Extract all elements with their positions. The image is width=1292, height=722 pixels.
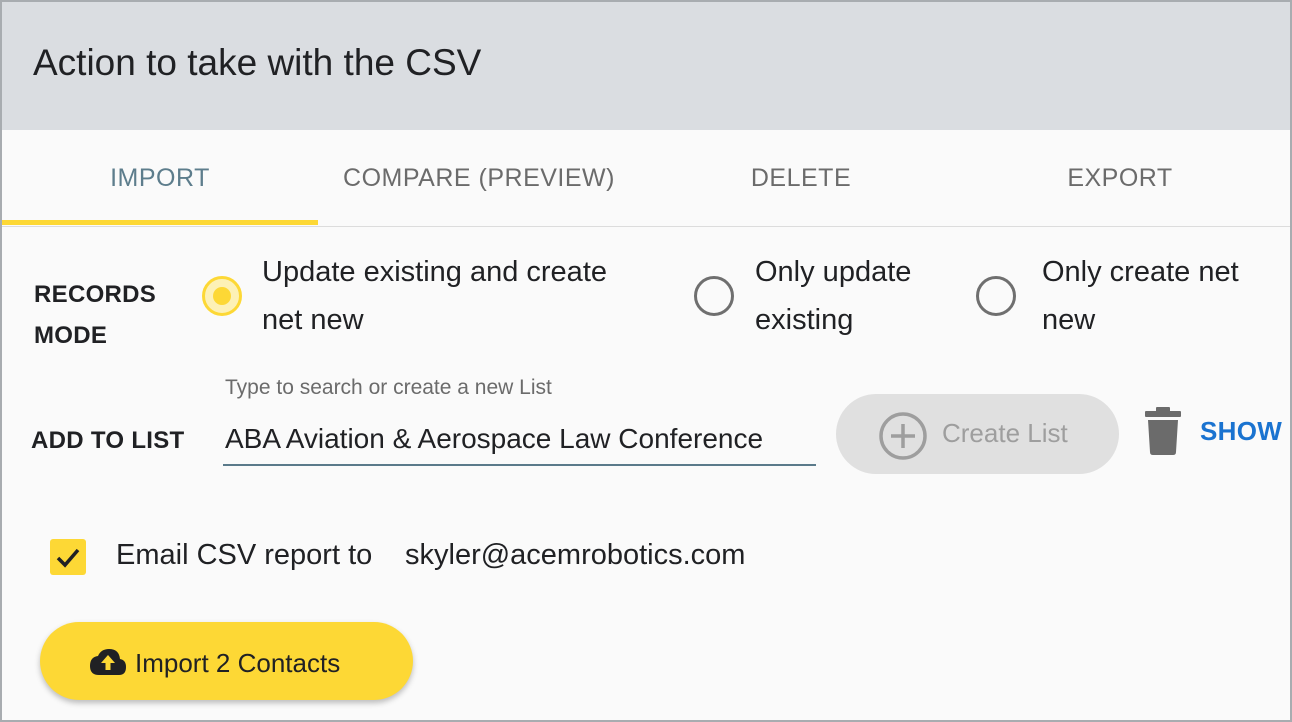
radio-label-line2: net new	[262, 304, 364, 336]
check-icon	[56, 548, 80, 568]
import-contacts-label: Import 2 Contacts	[135, 648, 341, 678]
list-input-hint: Type to search or create a new List	[225, 376, 552, 399]
email-report-address: skyler@acemrobotics.com	[405, 539, 746, 571]
tab-compare-preview[interactable]: COMPARE (PREVIEW)	[318, 130, 640, 226]
active-tab-indicator	[2, 220, 318, 225]
records-mode-label-line1: RECORDS	[34, 281, 157, 308]
radio-label: Only create net new	[1042, 248, 1239, 344]
tab-delete[interactable]: DELETE	[640, 130, 962, 226]
radio-label: Only update existing	[755, 248, 911, 344]
records-mode-label: RECORDS MODE	[34, 274, 156, 356]
tab-import[interactable]: IMPORT	[2, 130, 318, 226]
create-list-button[interactable]: Create List	[836, 394, 1119, 474]
create-list-label: Create List	[942, 418, 1068, 448]
radio-unchecked-icon[interactable]	[694, 276, 734, 316]
plus-circle-icon	[879, 412, 927, 460]
add-to-list-label: ADD TO LIST	[31, 427, 185, 454]
records-mode-label-line2: MODE	[34, 322, 108, 349]
radio-label-line2: existing	[755, 304, 854, 336]
trash-icon[interactable]	[1145, 407, 1181, 455]
import-dialog: Action to take with the CSV IMPORT COMPA…	[0, 0, 1292, 722]
radio-unchecked-icon[interactable]	[976, 276, 1016, 316]
radio-label-line1: Only create net	[1042, 256, 1239, 288]
radio-label: Update existing and create net new	[262, 248, 607, 344]
radio-label-line1: Only update	[755, 256, 912, 288]
import-contacts-button[interactable]: Import 2 Contacts	[40, 622, 413, 700]
radio-label-line2: new	[1042, 304, 1096, 336]
cloud-upload-icon	[90, 649, 126, 675]
show-list-link[interactable]: SHOW	[1200, 416, 1282, 447]
dialog-title: Action to take with the CSV	[33, 42, 482, 83]
email-report-label: Email CSV report to	[116, 539, 373, 571]
dialog-header: Action to take with the CSV	[2, 2, 1290, 130]
radio-checked-icon[interactable]	[202, 276, 242, 316]
email-report-checkbox[interactable]	[50, 539, 86, 575]
radio-label-line1: Update existing and create	[262, 256, 607, 288]
tab-export[interactable]: EXPORT	[962, 130, 1278, 226]
list-search-input[interactable]	[223, 414, 816, 466]
tab-bar: IMPORT COMPARE (PREVIEW) DELETE EXPORT	[2, 130, 1290, 227]
